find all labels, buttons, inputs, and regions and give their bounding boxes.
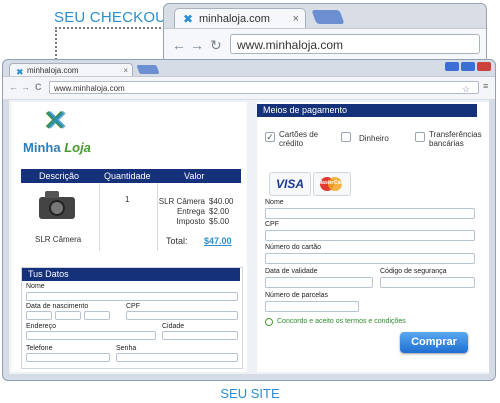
total-label: Total: [166,236,188,246]
address-bar[interactable]: www.minhaloja.com ☆ [49,81,479,94]
terms-checkbox[interactable] [265,318,273,326]
credit-card-option: Cartões de crédito [279,130,319,148]
callout-connector-vertical [55,27,57,63]
line-value: $5.00 [209,217,230,226]
column-divider [99,183,100,251]
left-panel: ✕ ✕ Minha Loja Descrição Quantidade Valo… [11,102,247,372]
cash-checkbox[interactable] [341,132,351,142]
buy-button[interactable]: Comprar [400,332,468,353]
site-callout-label: SEU SITE [220,386,280,401]
zoomed-browser-window: ✖ minhaloja.com × ← → ↻ www.minhaloja.co… [163,3,487,63]
cpf-label: CPF [126,303,140,310]
phone-input[interactable] [26,353,110,362]
line-label: SLR Câmera [158,197,205,206]
password-input[interactable] [116,353,238,362]
back-icon[interactable]: ← [172,37,186,53]
menu-icon[interactable]: ≡ [483,81,488,91]
checkout-callout-label: SEU CHECKOUT [54,9,176,26]
password-label: Senha [116,345,137,352]
callout-connector [55,27,165,29]
birth-year-input[interactable] [84,311,110,320]
birthdate-label: Data de nascimento [26,303,89,310]
line-label: Imposto [176,217,205,226]
new-tab-button[interactable] [136,65,160,74]
line-value: $2.00 [209,207,230,216]
payment-panel: Meios de pagamento ✓ Cartões de crédito … [257,102,489,372]
close-tab-icon[interactable]: × [293,9,299,29]
forward-icon[interactable]: → [190,37,204,53]
address-input[interactable] [26,331,156,340]
camera-icon [39,191,75,219]
minimize-button[interactable] [445,62,459,71]
birth-day-input[interactable] [26,311,52,320]
city-label: Cidade [162,323,185,330]
browser-toolbar: ← → C www.minhaloja.com ☆ ≡ [3,76,495,99]
product-name: SLR Câmera [35,235,82,244]
bank-transfer-option: Transferências bancárias [429,130,482,148]
installments-select[interactable] [265,301,359,312]
store-name: Minha Loja [23,140,91,155]
card-number-input[interactable] [265,253,475,264]
back-icon[interactable]: ← [9,82,18,92]
zoom-toolbar: ← → ↻ www.minhaloja.com [164,28,486,62]
expiry-input[interactable] [265,277,373,288]
terms-label[interactable]: Concordo e aceito os termos e condições [277,318,406,325]
browser-window: ✖ minhaloja.com × ← → C www.minhaloja.co… [2,59,496,381]
product-quantity: 1 [125,195,130,204]
maximize-button[interactable] [461,62,475,71]
zoom-tab-title: minhaloja.com [199,13,270,25]
cpf-input[interactable] [126,311,238,320]
nome-input[interactable] [26,292,238,301]
card-name-input[interactable] [265,208,475,219]
personal-data-title: Tus Datos [22,268,240,281]
col-desc: Descrição [39,171,80,181]
expiry-label: Data de validade [265,268,318,275]
nome-label: Nome [26,283,45,290]
reload-icon[interactable]: ↻ [210,37,222,54]
card-cpf-label: CPF [265,221,279,228]
total-value: $47.00 [204,236,232,246]
card-number-label: Número do cartão [265,244,322,251]
cash-option: Dinheiro [359,134,389,143]
credit-card-checkbox[interactable]: ✓ [265,132,275,142]
zoom-browser-tab[interactable]: ✖ minhaloja.com × [174,8,306,29]
col-qty: Quantidade [104,171,151,181]
address-label: Endereço [26,323,56,330]
order-summary: Descrição Quantidade Valor SLR Câmera 1 … [21,169,241,253]
personal-data-form: Tus Datos Nome Data de nascimento CPF En… [21,267,243,369]
zoom-address-bar[interactable]: www.minhaloja.com [230,34,480,54]
reload-icon[interactable]: C [35,82,42,92]
security-code-input[interactable] [380,277,475,288]
favicon-icon: ✖ [183,12,194,26]
page-content: ✕ ✕ Minha Loja Descrição Quantidade Valo… [9,100,489,374]
close-window-button[interactable] [477,62,491,71]
bookmark-star-icon[interactable]: ☆ [462,83,470,96]
city-input[interactable] [162,331,238,340]
new-tab-button[interactable] [311,10,345,24]
payment-title: Meios de pagamento [257,104,477,117]
forward-icon[interactable]: → [21,82,30,92]
card-cpf-input[interactable] [265,230,475,241]
store-logo: ✕ ✕ Minha Loja [23,106,103,160]
x-logo-accent-icon: ✕ [45,105,69,136]
mastercard-logo[interactable]: MasterCard [313,172,351,196]
birth-month-input[interactable] [55,311,81,320]
phone-label: Telefone [26,345,53,352]
order-table-header: Descrição Quantidade Valor [21,169,241,183]
mastercard-label: MasterCard [318,180,346,186]
bank-transfer-checkbox[interactable] [415,132,425,142]
security-code-label: Código de segurança [380,268,447,275]
line-label: Entrega [176,207,205,216]
card-name-label: Nome [265,199,284,206]
address-bar-url: www.minhaloja.com [54,84,125,93]
visa-card-logo[interactable]: VISA [269,172,311,196]
line-value: $40.00 [209,197,234,206]
col-value: Valor [184,171,205,181]
installments-label: Número de parcelas [265,292,329,299]
